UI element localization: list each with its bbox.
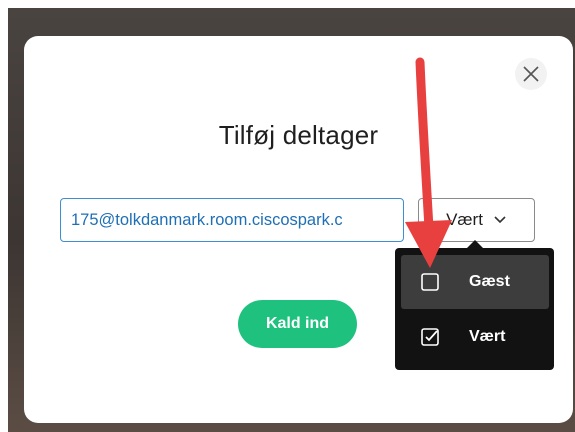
close-button[interactable] bbox=[515, 58, 547, 90]
checkbox-checked-icon bbox=[419, 326, 441, 348]
chevron-down-icon bbox=[494, 216, 506, 224]
role-dropdown[interactable]: Vært bbox=[418, 198, 535, 242]
role-option-label: Vært bbox=[469, 328, 506, 345]
close-icon bbox=[523, 66, 539, 82]
call-in-button[interactable]: Kald ind bbox=[238, 300, 357, 348]
role-selected-label: Vært bbox=[446, 210, 483, 229]
dialog-title: Tilføj deltager bbox=[218, 120, 379, 150]
role-option-host[interactable]: Vært bbox=[401, 310, 549, 364]
checkbox-unchecked-icon bbox=[419, 271, 441, 293]
role-option-label: Gæst bbox=[469, 273, 510, 290]
participant-address-input[interactable] bbox=[60, 198, 404, 242]
role-option-guest[interactable]: Gæst bbox=[401, 255, 549, 309]
